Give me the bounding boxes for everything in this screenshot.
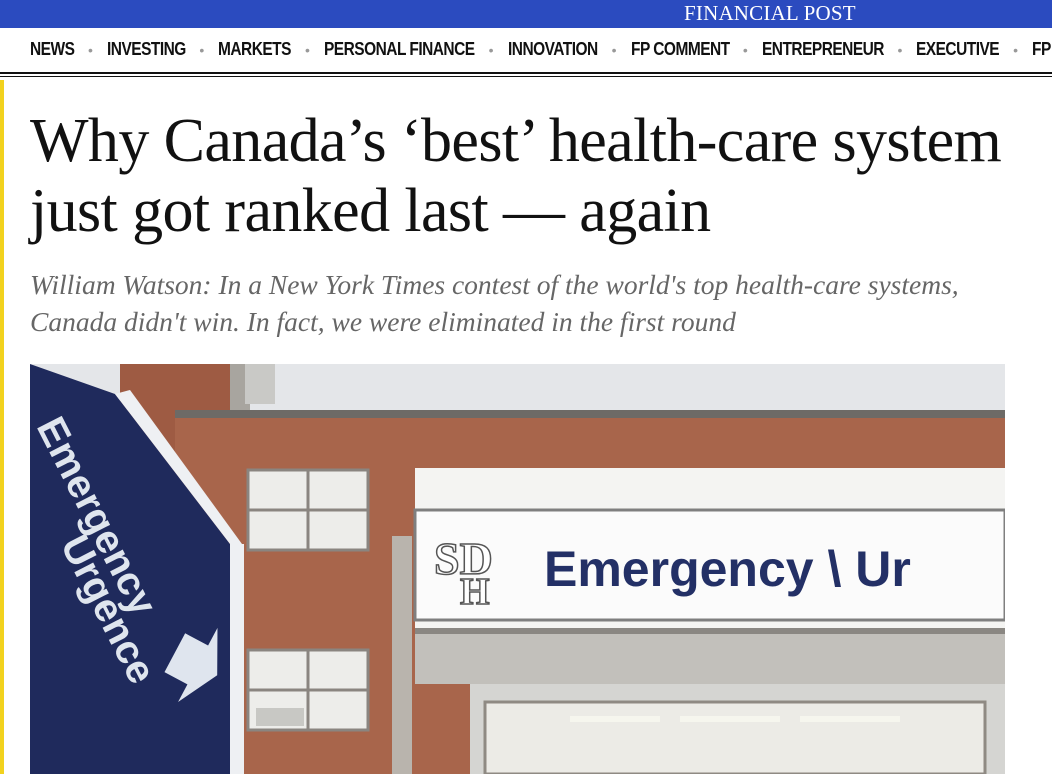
nav-list: NEWS • INVESTING • MARKETS • PERSONAL FINANCE •… (30, 39, 1052, 60)
nav-item-news[interactable]: NEWS (30, 39, 75, 60)
nav-separator: • (305, 41, 310, 58)
nav-item-innovation[interactable]: INNOVATION (508, 39, 598, 60)
top-brand-bar: FINANCIAL POST (0, 0, 1052, 28)
nav-item-fp-magazine[interactable]: FP MAGAZINE (1032, 39, 1052, 60)
nav-separator: • (88, 41, 93, 58)
hospital-logo-bottom: H (460, 571, 490, 613)
nav-item-fp-comment[interactable]: FP COMMENT (631, 39, 730, 60)
nav-separator: • (488, 41, 494, 58)
accent-bar (0, 80, 4, 774)
nav-item-executive[interactable]: EXECUTIVE (916, 39, 1000, 60)
hero-photo-illustration: Emergency Urgence SD H Emergency \ Ur (30, 364, 1005, 774)
nav-separator: • (199, 41, 205, 58)
nav-separator: • (897, 41, 903, 58)
article-subhead: William Watson: In a New York Times cont… (30, 269, 959, 337)
nav-item-entrepreneur[interactable]: ENTREPRENEUR (762, 39, 884, 60)
nav-separator: • (742, 41, 748, 58)
article-headline: Why Canada’s ‘best’ health-care system j… (30, 107, 1002, 245)
nav-separator: • (611, 41, 617, 58)
nav-separator: • (1013, 41, 1019, 58)
hero-photo: Emergency Urgence SD H Emergency \ Ur (30, 364, 1005, 774)
nav-item-personal-finance[interactable]: PERSONAL FINANCE (324, 39, 475, 60)
nav-divider-thick (0, 72, 1052, 74)
main-nav: NEWS • INVESTING • MARKETS • PERSONAL FINANCE •… (0, 28, 1052, 72)
site-logo[interactable]: FINANCIAL POST (684, 1, 856, 25)
nav-item-investing[interactable]: INVESTING (107, 39, 186, 60)
sign-text-emergency-main: Emergency \ Ur (544, 541, 911, 597)
nav-item-markets[interactable]: MARKETS (218, 39, 291, 60)
nav-divider-thin (0, 76, 1052, 77)
